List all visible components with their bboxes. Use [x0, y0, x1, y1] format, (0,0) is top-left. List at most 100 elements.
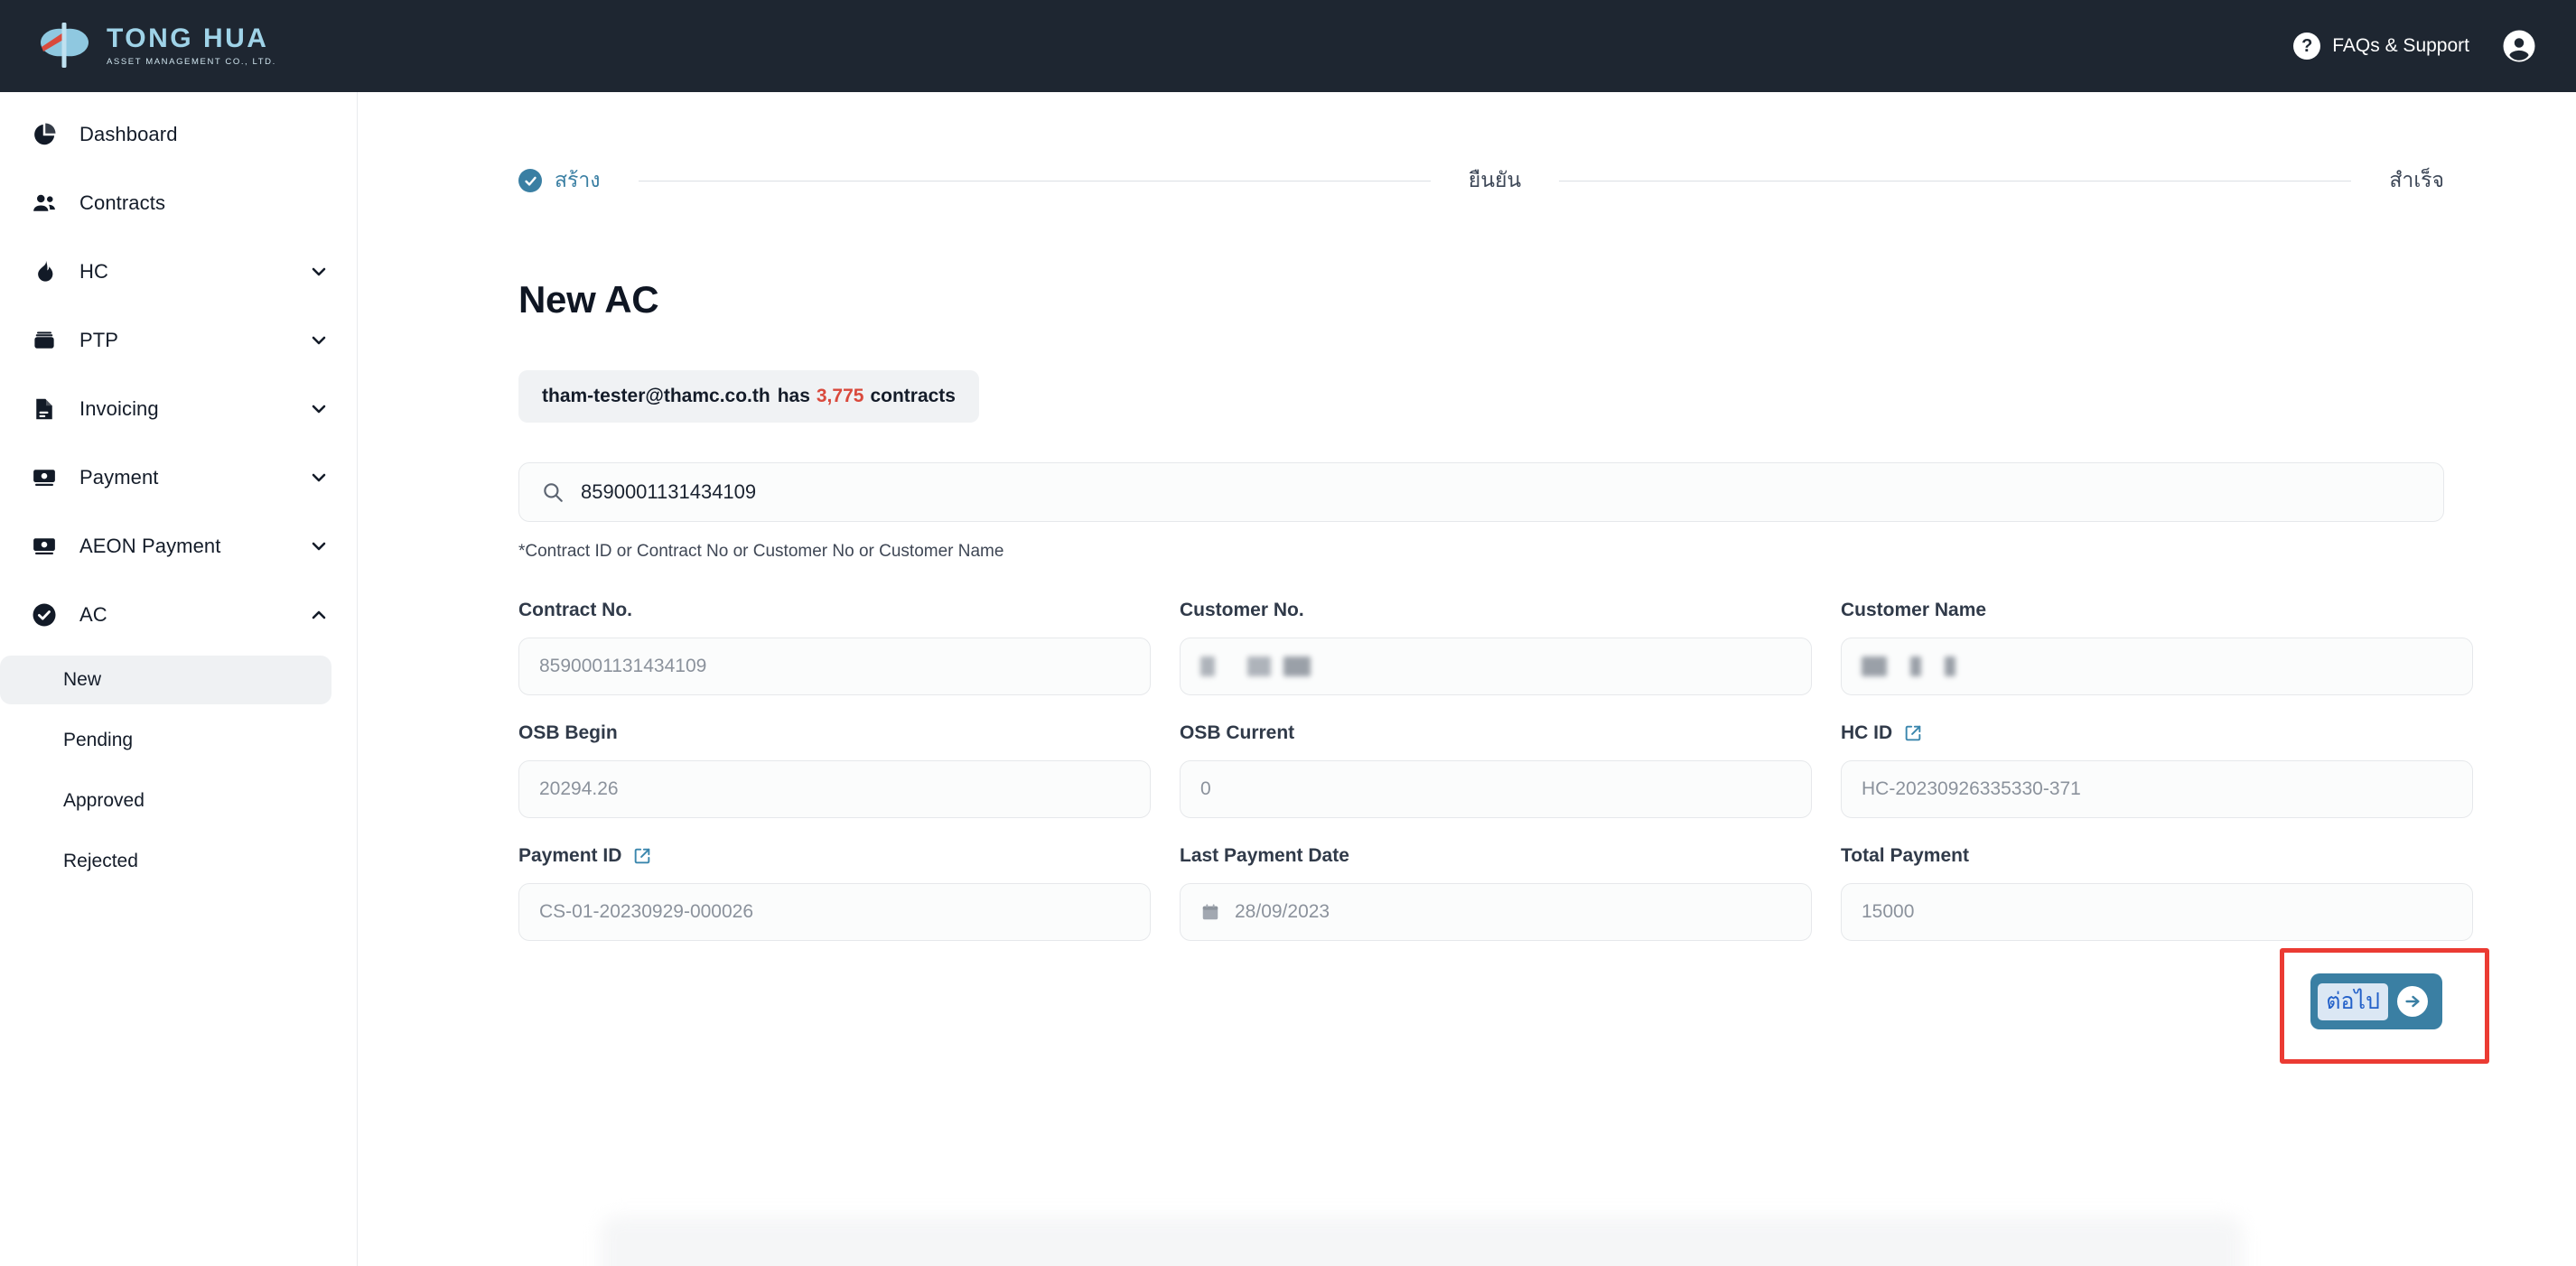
payment-id-input[interactable]: CS-01-20230929-000026 [518, 883, 1151, 941]
sidebar-item-label: AEON Payment [79, 535, 221, 557]
sidebar-item-label: Dashboard [79, 123, 178, 145]
field-label-text: HC ID [1841, 722, 1893, 743]
field-label: Contract No. [518, 600, 1151, 621]
sidebar-subitem-label: Pending [63, 730, 134, 750]
field-value: 15000 [1862, 901, 1915, 922]
osb-begin-input[interactable]: 20294.26 [518, 760, 1151, 818]
chevron-down-icon[interactable] [308, 261, 330, 283]
sidebar-subitem-rejected[interactable]: Rejected [0, 837, 331, 886]
osb-current-input[interactable]: 0 [1180, 760, 1812, 818]
stepper-label: สำเร็จ [2389, 168, 2445, 191]
calendar-icon [1200, 902, 1220, 922]
field-osb-current: OSB Current 0 [1180, 722, 1812, 818]
field-contract-no: Contract No. 8590001131434109 [518, 600, 1151, 695]
field-total-payment: Total Payment 15000 [1841, 845, 2473, 941]
badge-has-label: has [777, 386, 810, 406]
field-label: Customer Name [1841, 600, 2473, 621]
check-circle-icon [518, 169, 542, 192]
sidebar-item-ptp[interactable]: PTP [0, 314, 357, 367]
top-bar: TONG HUA ASSET MANAGEMENT CO., LTD. ? FA… [0, 0, 2576, 92]
sidebar-item-label: Invoicing [79, 397, 159, 420]
sidebar-item-label: AC [79, 603, 107, 626]
field-label: Customer No. [1180, 600, 1812, 621]
search-hint-text: *Contract ID or Contract No or Customer … [518, 542, 1004, 561]
sidebar-subitem-label: Approved [63, 790, 145, 811]
field-value: CS-01-20230929-000026 [539, 901, 754, 922]
arrow-right-circle-icon [2397, 986, 2428, 1017]
customer-name-input[interactable] [1841, 638, 2473, 695]
last-payment-date-input[interactable]: 28/09/2023 [1180, 883, 1812, 941]
field-label-text: Customer Name [1841, 600, 1987, 620]
chevron-up-icon[interactable] [308, 604, 330, 626]
field-label: Payment ID [518, 845, 1151, 867]
stepper-label: ยืนยัน [1468, 168, 1522, 191]
field-value: 0 [1200, 778, 1211, 799]
sidebar-item-dashboard[interactable]: Dashboard [0, 108, 357, 161]
field-label-text: Payment ID [518, 845, 622, 866]
field-label-text: Customer No. [1180, 600, 1304, 620]
stepper-step-success[interactable]: สำเร็จ [2389, 164, 2444, 197]
field-last-payment-date: Last Payment Date 28/09/2023 [1180, 845, 1812, 941]
total-payment-input[interactable]: 15000 [1841, 883, 2473, 941]
account-circle-icon[interactable] [2500, 27, 2538, 65]
flame-icon [29, 256, 60, 287]
hc-id-input[interactable]: HC-20230926335330-371 [1841, 760, 2473, 818]
field-value: 8590001131434109 [539, 656, 707, 676]
sidebar-subitem-label: New [63, 669, 102, 690]
document-icon [29, 394, 60, 424]
sidebar-item-label: Payment [79, 466, 159, 489]
next-button-label: ต่อไป [2318, 982, 2388, 1020]
field-value: HC-20230926335330-371 [1862, 778, 2081, 799]
search-input-value: 8590001131434109 [581, 480, 757, 503]
sidebar-item-hc[interactable]: HC [0, 246, 357, 298]
badge-unit-label: contracts [870, 386, 956, 406]
field-label-text: Last Payment Date [1180, 845, 1349, 866]
sidebar-item-aeon-payment[interactable]: AEON Payment [0, 520, 357, 572]
sidebar-item-invoicing[interactable]: Invoicing [0, 383, 357, 435]
stepper-label: สร้าง [555, 168, 601, 191]
sidebar-item-payment[interactable]: Payment [0, 451, 357, 504]
chevron-down-icon[interactable] [308, 467, 330, 489]
tong-hua-logo-icon [36, 20, 92, 72]
badge-count: 3,775 [816, 386, 864, 406]
field-label: HC ID [1841, 722, 2473, 744]
bottom-panel-edge [600, 1215, 2244, 1266]
sidebar-subitem-approved[interactable]: Approved [0, 777, 331, 825]
field-osb-begin: OSB Begin 20294.26 [518, 722, 1151, 818]
field-payment-id: Payment ID CS-01-20230929-000026 [518, 845, 1151, 941]
main-content: สร้าง ยืนยัน สำเร็จ New AC tham-tester@t… [358, 92, 2576, 1266]
stepper-connector [638, 180, 1431, 182]
faqs-support-link[interactable]: ? FAQs & Support [2293, 33, 2469, 60]
sidebar-subitem-new[interactable]: New [0, 656, 331, 704]
external-link-icon[interactable] [1903, 723, 1923, 743]
chevron-down-icon[interactable] [308, 398, 330, 420]
field-label-text: Contract No. [518, 600, 632, 620]
redacted-value [1200, 656, 1311, 676]
search-input[interactable]: 8590001131434109 [518, 462, 2444, 522]
app-logo[interactable]: TONG HUA ASSET MANAGEMENT CO., LTD. [36, 20, 276, 72]
customer-no-input[interactable] [1180, 638, 1812, 695]
chevron-down-icon[interactable] [308, 535, 330, 557]
search-icon [541, 480, 565, 504]
people-group-icon [29, 188, 60, 219]
sidebar-item-ac[interactable]: AC [0, 589, 357, 641]
chevron-down-icon[interactable] [308, 330, 330, 351]
field-label: Total Payment [1841, 845, 2473, 867]
field-customer-name: Customer Name [1841, 600, 2473, 695]
page-title: New AC [518, 278, 659, 321]
stepper-step-confirm[interactable]: ยืนยัน [1469, 164, 1521, 197]
banknote-icon [29, 462, 60, 493]
banknote-icon [29, 531, 60, 562]
contracts-count-badge: tham-tester@thamc.co.th has 3,775 contra… [518, 370, 979, 423]
field-label: Last Payment Date [1180, 845, 1812, 867]
stepper-step-create[interactable]: สร้าง [518, 164, 601, 197]
sidebar-item-contracts[interactable]: Contracts [0, 177, 357, 229]
sidebar-subitem-pending[interactable]: Pending [0, 716, 331, 765]
field-label-text: OSB Begin [518, 722, 618, 743]
pie-chart-icon [29, 119, 60, 150]
external-link-icon[interactable] [632, 846, 652, 866]
next-button[interactable]: ต่อไป [2310, 973, 2442, 1029]
logo-title: TONG HUA [107, 23, 269, 54]
field-label-text: Total Payment [1841, 845, 1969, 866]
contract-no-input[interactable]: 8590001131434109 [518, 638, 1151, 695]
